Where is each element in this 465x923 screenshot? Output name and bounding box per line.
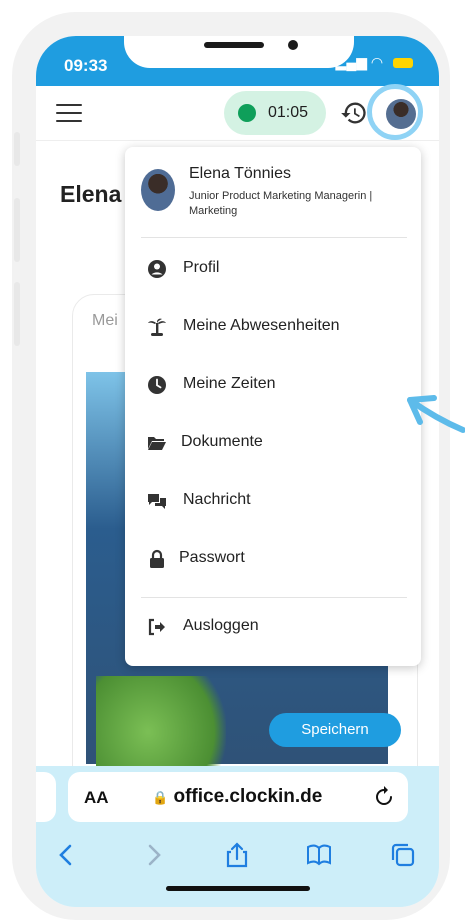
lock-icon (150, 549, 164, 568)
chat-bubbles-icon (148, 494, 166, 509)
app-header: 01:05 (36, 84, 439, 141)
menu-item-label: Passwort (179, 549, 245, 566)
history-icon[interactable] (340, 99, 368, 127)
address-bar[interactable]: AA 🔒 office.clockin.de (68, 772, 408, 822)
safari-toolbar: AA 🔒 office.clockin.de (36, 766, 439, 907)
menu-item-profil[interactable]: Profil (125, 245, 421, 295)
user-role: Junior Product Marketing Managerin | Mar… (189, 190, 373, 217)
phone-screen: 09:33 ▂▄▆ ◠ 01:05 Elena Mei Speichern El… (36, 36, 439, 907)
folder-open-icon (148, 437, 166, 450)
dropdown-profile-header: Elena Tönnies Junior Product Marketing M… (125, 147, 421, 237)
reader-settings-button[interactable]: AA (84, 788, 109, 808)
reload-icon[interactable] (374, 786, 394, 808)
volume-up-button (14, 198, 20, 262)
speaker-grille (204, 42, 264, 48)
menu-item-label: Nachricht (183, 491, 251, 508)
user-circle-icon (148, 260, 166, 278)
menu-item-passwort[interactable]: Passwort (125, 535, 421, 585)
previous-tab-peek[interactable] (36, 772, 56, 822)
battery-icon (393, 58, 413, 69)
menu-item-label: Profil (183, 259, 220, 276)
tabs-icon[interactable] (390, 842, 416, 868)
menu-item-meine-abwesenheiten[interactable]: Meine Abwesenheiten (125, 303, 421, 353)
back-arrow-icon[interactable] (54, 842, 80, 868)
padlock-icon: 🔒 (152, 790, 169, 805)
save-button[interactable]: Speichern (269, 713, 401, 747)
user-name: Elena Tönnies (189, 165, 291, 182)
divider (141, 237, 407, 238)
volume-down-button (14, 282, 20, 346)
status-time: 09:33 (64, 56, 108, 75)
user-avatar-button[interactable] (367, 84, 423, 140)
share-icon[interactable] (224, 842, 250, 868)
clock-icon (148, 376, 166, 394)
mute-switch (14, 132, 20, 166)
browser-nav-bar (36, 836, 439, 876)
home-indicator (166, 886, 310, 891)
content-tab-label: Mei (92, 312, 118, 329)
clock-status-icon (238, 104, 256, 122)
sign-out-icon (148, 618, 165, 636)
bookmarks-icon[interactable] (306, 842, 332, 868)
hamburger-menu-icon[interactable] (56, 104, 82, 128)
url-text: 🔒 office.clockin.de (152, 786, 322, 808)
forward-arrow-icon[interactable] (140, 842, 166, 868)
user-dropdown-menu: Elena Tönnies Junior Product Marketing M… (125, 147, 421, 666)
time-tracking-timer[interactable]: 01:05 (224, 91, 326, 135)
avatar (141, 169, 175, 211)
page-title: Elena (60, 181, 122, 207)
notch (124, 36, 354, 68)
wifi-icon: ◠ (370, 54, 384, 70)
menu-item-ausloggen[interactable]: Ausloggen (125, 603, 421, 653)
pointer-arrow-icon (407, 395, 465, 433)
timer-value: 01:05 (268, 104, 309, 121)
divider (141, 597, 407, 598)
url-value: office.clockin.de (173, 786, 323, 807)
menu-item-meine-zeiten[interactable]: Meine Zeiten (125, 361, 421, 411)
menu-item-label: Ausloggen (183, 617, 259, 634)
menu-item-label: Meine Zeiten (183, 375, 276, 392)
palm-tree-icon (148, 318, 166, 336)
menu-item-label: Dokumente (181, 433, 263, 450)
menu-item-dokumente[interactable]: Dokumente (125, 419, 421, 469)
front-camera (288, 40, 298, 50)
avatar (386, 99, 416, 129)
menu-item-nachricht[interactable]: Nachricht (125, 477, 421, 527)
menu-item-label: Meine Abwesenheiten (183, 317, 340, 334)
